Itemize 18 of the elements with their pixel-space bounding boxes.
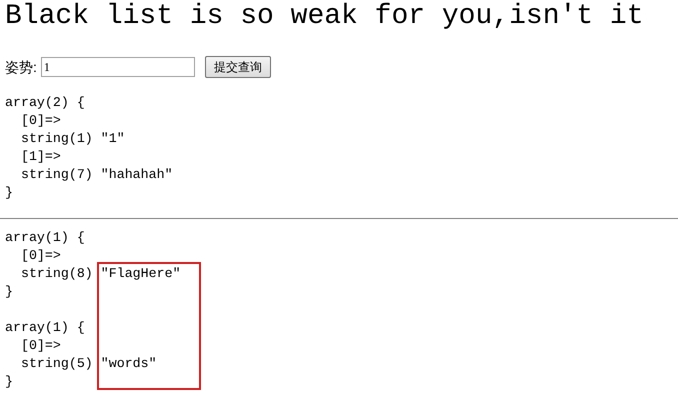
code-line: string(5) "words" bbox=[20, 355, 157, 373]
code-line: [1]=> bbox=[20, 148, 61, 166]
page-title: Black list is so weak for you,isn't it bbox=[5, 0, 644, 34]
code-line: [0]=> bbox=[20, 112, 61, 130]
code-line: [0]=> bbox=[20, 247, 61, 265]
code-line: string(7) "hahahah" bbox=[20, 166, 173, 184]
code-line: array(1) { bbox=[5, 319, 85, 337]
code-line: } bbox=[5, 184, 13, 202]
code-line: } bbox=[5, 283, 13, 301]
code-line: array(1) { bbox=[5, 229, 85, 247]
field-label: 姿势: bbox=[5, 58, 37, 76]
code-line: string(8) "FlagHere" bbox=[20, 265, 181, 283]
code-line: array(2) { bbox=[5, 94, 85, 112]
submit-button[interactable]: 提交查询 bbox=[204, 56, 271, 78]
code-line: } bbox=[5, 373, 13, 391]
code-line: [0]=> bbox=[20, 337, 61, 355]
input-field[interactable]: 1 bbox=[40, 57, 195, 77]
code-line: string(1) "1" bbox=[20, 130, 125, 148]
